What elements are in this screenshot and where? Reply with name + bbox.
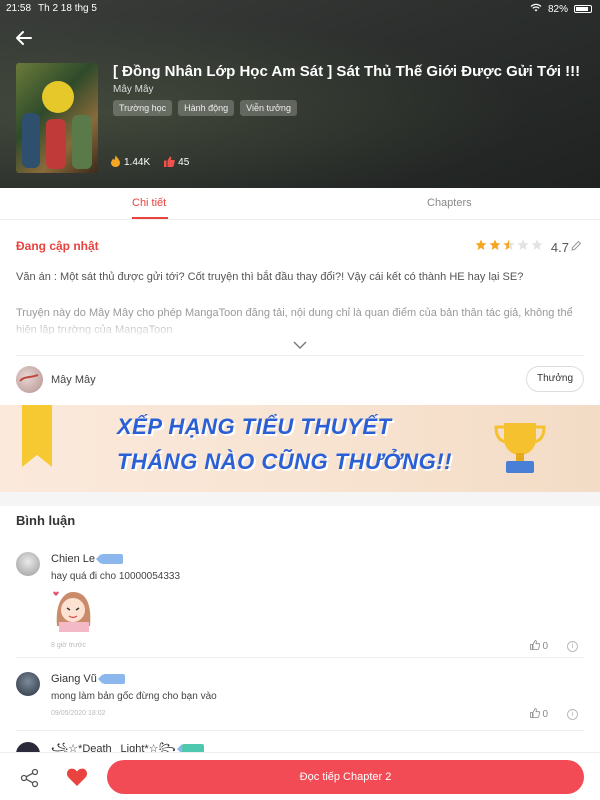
comment-author[interactable]: Chien Le [51,553,124,565]
comment-author[interactable]: Giang Vũ [51,673,125,685]
share-icon[interactable] [20,768,40,788]
comment-like[interactable]: 0 [530,640,548,653]
comment-author-name: Giang Vũ [51,673,97,685]
divider [16,730,584,731]
genre-tag[interactable]: Viễn tưởng [240,100,297,116]
avatar[interactable] [16,366,43,393]
rating: 4.7 [475,238,582,256]
comment-time: 8 giờ trước [51,642,86,649]
status-bar: 21:58 Th 2 18 thg 5 82% [0,0,600,16]
avatar[interactable] [16,552,40,576]
status-date: Th 2 18 thg 5 [38,3,97,14]
detail-tabs: Chi tiết Chapters [0,188,600,220]
anime-girl-sticker [51,586,96,632]
genre-tags: Trường học Hành động Viễn tưởng [113,100,297,116]
status-time: 21:58 [6,3,32,14]
trophy-icon [494,423,546,473]
summary-fade [0,318,600,338]
cover-figure [22,113,40,168]
section-gap [0,492,600,506]
level-badge [96,554,124,565]
continue-reading-button[interactable]: Đọc tiếp Chapter 2 [107,760,584,794]
comment-like-count: 0 [542,709,548,720]
chevron-down-icon[interactable] [292,338,308,350]
views-count: 1.44K [124,157,151,168]
cover-figure [46,119,66,169]
status-right: 82% [530,3,592,15]
book-cover [16,63,98,173]
comment-text: hay quá đi cho 10000054333 [51,571,181,582]
star-icon [475,238,487,256]
book-stats: 1.44K 45 [110,155,189,170]
thumbs-up-icon [164,156,175,170]
divider [16,657,584,658]
level-badge [97,674,125,685]
thumbs-up-outline-icon [530,708,541,721]
back-arrow-icon[interactable] [14,28,34,48]
cover-figure [72,115,92,169]
star-empty-icon [531,238,543,256]
comment-like[interactable]: 0 [530,708,548,721]
heart-icon[interactable] [66,767,88,787]
comment-text: mong làm bản gốc đừng cho bạn vào [51,691,217,702]
cover-character [42,81,74,113]
info-icon[interactable]: i [567,709,578,720]
comment: Chien Le hay quá đi cho 10000054333 8 gi… [16,552,584,652]
divider [16,355,584,356]
book-header: 21:58 Th 2 18 thg 5 82% [ Đồng Nhân Lớp … [0,0,600,188]
thumbs-up-outline-icon [530,640,541,653]
star-icon [489,238,501,256]
book-detail-page: 21:58 Th 2 18 thg 5 82% [ Đồng Nhân Lớp … [0,0,600,800]
likes-stat: 45 [164,156,189,170]
star-empty-icon [517,238,529,256]
comments-title: Bình luận [16,513,76,528]
edit-icon[interactable] [571,238,582,256]
likes-count: 45 [178,157,190,168]
author-name[interactable]: Mây Mây [51,374,96,386]
battery-percent: 82% [547,3,568,15]
tip-button[interactable]: Thưởng [526,366,584,392]
wifi-icon [530,3,542,15]
genre-tag[interactable]: Hành động [178,100,235,116]
comment-author-name: Chien Le [51,553,96,565]
book-summary: Văn án : Một sát thủ được gửi tới? Cốt t… [16,271,524,283]
battery-icon [574,5,592,13]
info-icon[interactable]: i [567,641,578,652]
comment-like-count: 0 [542,641,548,652]
bottom-action-bar: Đọc tiếp Chapter 2 [0,752,600,800]
author-row: Mây Mây Thưởng [16,366,584,394]
active-tab-indicator [132,217,168,219]
comment: Giang Vũ mong làm bản gốc đừng cho bạn v… [16,672,584,722]
book-author: Mây Mây [113,84,154,95]
fire-icon [110,155,121,170]
star-half-icon [503,238,515,256]
update-status: Đang cập nhật [16,239,99,253]
genre-tag[interactable]: Trường học [113,100,173,116]
tab-details[interactable]: Chi tiết [132,197,166,209]
banner-subheadline: THÁNG NÀO CŨNG THƯỞNG!! [117,449,452,474]
rating-value: 4.7 [550,239,569,255]
book-title: [ Đồng Nhân Lớp Học Am Sát ] Sát Thủ Thế… [113,63,581,80]
avatar[interactable] [16,672,40,696]
comment-time: 09/05/2020 18:02 [51,710,106,717]
banner-headline: XẾP HẠNG TIỂU THUYẾT [117,414,392,439]
tab-chapters[interactable]: Chapters [427,197,472,209]
views-stat: 1.44K [110,155,150,170]
bookmark-ribbon [22,405,52,467]
